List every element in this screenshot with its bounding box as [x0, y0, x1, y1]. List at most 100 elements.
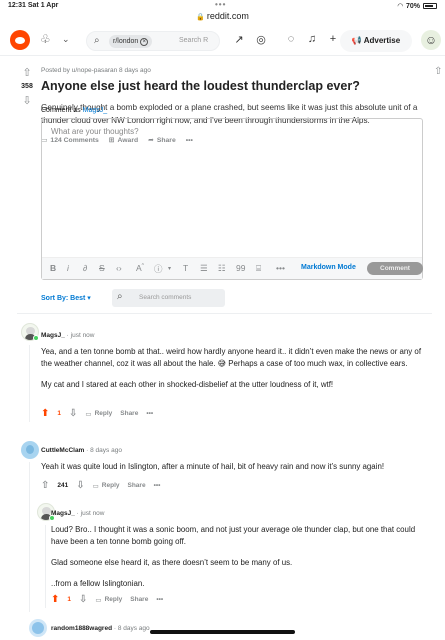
more-options-icon[interactable]: ••• [276, 263, 285, 273]
downvote-arrow-icon[interactable]: ⇩ [17, 94, 37, 107]
search-bar[interactable]: ⌕ r/london × Search R [86, 31, 220, 51]
close-icon[interactable]: × [140, 38, 149, 46]
scroll-up-icon[interactable]: ⇧ [434, 66, 442, 77]
advertise-button[interactable]: 📢 Advertise [340, 30, 412, 52]
user-avatar[interactable]: ☺ [421, 30, 441, 50]
more-options-button[interactable]: ••• [146, 410, 153, 417]
upvote-arrow-icon[interactable]: ⬆ [51, 594, 59, 605]
home-feed-icon[interactable]: ♧ [40, 32, 51, 46]
comment-bubble-icon: ▭ [95, 596, 102, 604]
more-options-button[interactable]: ••• [156, 596, 163, 603]
comment-score: 241 [57, 482, 69, 489]
markdown-mode-button[interactable]: Markdown Mode [301, 264, 356, 271]
link-icon[interactable]: ∂ [83, 263, 87, 273]
bulleted-list-icon[interactable]: ☰ [200, 263, 208, 274]
share-button[interactable]: Share [120, 410, 138, 417]
comment-time: · just now [76, 510, 105, 517]
comment-body: Yeah it was quite loud in Islington, aft… [41, 461, 431, 473]
reply-button[interactable]: ▭ Reply [85, 410, 112, 418]
downvote-arrow-icon[interactable]: ⇩ [76, 480, 84, 491]
italic-icon[interactable]: i [67, 263, 69, 273]
thread-line[interactable] [29, 345, 30, 422]
comment-paragraph: Yeah it was quite loud in Islington, aft… [41, 462, 385, 471]
spoiler-icon[interactable]: ⓘ [154, 263, 163, 275]
multitask-dots-icon[interactable]: ••• [215, 0, 226, 9]
search-comments-bar[interactable]: ⌕ Search comments [112, 289, 225, 307]
comment-time: · just now [66, 332, 95, 339]
upvote-arrow-icon[interactable]: ⬆ [41, 408, 49, 419]
post-title: Anyone else just heard the loudest thund… [41, 79, 360, 93]
thread-line[interactable] [45, 525, 46, 608]
chevron-down-icon[interactable]: ▾ [168, 265, 171, 272]
avatar[interactable] [29, 619, 47, 637]
bold-icon[interactable]: B [50, 263, 56, 273]
comment-header: MagsJ_ · just now [51, 510, 105, 517]
superscript-icon[interactable]: A^ [136, 263, 144, 273]
numbered-list-icon[interactable]: ☷ [218, 263, 226, 274]
battery-percent: 70% [405, 2, 420, 10]
sort-dropdown[interactable]: Sort By: Best ▾ [41, 294, 91, 302]
search-icon: ⌕ [94, 35, 100, 46]
url-bar[interactable]: 🔒 reddit.com [0, 11, 445, 21]
sort-label: Sort By: Best [41, 295, 86, 302]
bell-icon[interactable]: ♫ [305, 33, 319, 45]
comment-submit-button[interactable]: Comment [367, 262, 423, 275]
strikethrough-icon[interactable]: S [99, 263, 105, 273]
more-options-button[interactable]: ••• [154, 482, 161, 489]
avatar[interactable] [21, 441, 39, 459]
reply-button[interactable]: ▭ Reply [95, 596, 122, 604]
editor-toolbar: B i ∂ S ‹› A^ ⓘ ▾ T ☰ ☷ 99 ⌸ ••• Markdow… [42, 257, 423, 279]
time-text: 12:31 [8, 2, 26, 9]
share-button[interactable]: Share [128, 482, 146, 489]
code-block-icon[interactable]: ⌸ [256, 263, 261, 274]
chevron-down-icon[interactable]: ⌄ [62, 34, 70, 45]
search-input[interactable]: Search R [179, 37, 208, 44]
reply-button[interactable]: ▭ Reply [93, 482, 120, 490]
comment-actions: ⬆ 1 ⇩ ▭ Reply Share ••• [51, 594, 163, 605]
comment-body: Loud? Bro.. I thought it was a sonic boo… [51, 524, 431, 590]
inline-code-icon[interactable]: ‹› [116, 263, 122, 273]
megaphone-icon: 📢 [351, 36, 362, 45]
comment-paragraph: ..from a fellow Islingtonian. [51, 579, 145, 588]
coins-icon[interactable]: ◎ [254, 33, 268, 46]
post-score: 358 [21, 83, 33, 90]
comment-actions: ⇧ 241 ⇩ ▭ Reply Share ••• [41, 480, 160, 491]
post-meta: Posted by u/nope-pasaran 8 days ago [41, 67, 151, 74]
share-button[interactable]: Share [130, 596, 148, 603]
chat-icon[interactable]: ◌ [284, 33, 298, 45]
comment-as-user-link[interactable]: MagsJ_ [83, 107, 108, 114]
comment-bubble-icon: ▭ [85, 410, 92, 418]
advertise-label: Advertise [363, 36, 401, 45]
comment-time: · 8 days ago [113, 625, 150, 632]
wifi-icon: ◠ [397, 3, 403, 10]
plus-icon[interactable]: + [326, 33, 340, 45]
comment-author[interactable]: MagsJ_ [41, 332, 65, 339]
status-right: ◠ 70% [398, 2, 437, 10]
search-icon: ⌕ [117, 291, 123, 302]
reddit-logo-icon[interactable] [10, 30, 30, 50]
downvote-arrow-icon[interactable]: ⇩ [69, 408, 77, 419]
popular-icon[interactable]: ↗ [232, 33, 246, 46]
comment-author[interactable]: random1888wagred [51, 625, 112, 632]
lock-icon: 🔒 [196, 14, 205, 21]
top-nav: ♧ ⌄ ⌕ r/london × Search R ↗ ◎ ◌ ♫ + 📢 Adv… [0, 26, 445, 56]
comment-actions: ⬆ 1 ⇩ ▭ Reply Share ••• [41, 408, 153, 419]
upvote-arrow-icon[interactable]: ⇧ [41, 480, 49, 491]
downvote-arrow-icon[interactable]: ⇩ [79, 594, 87, 605]
comment-editor[interactable]: What are your thoughts? B i ∂ S ‹› A^ ⓘ … [41, 118, 423, 280]
heading-icon[interactable]: T [183, 263, 188, 273]
subreddit-chip[interactable]: r/london × [109, 35, 153, 48]
battery-icon [423, 3, 437, 9]
comment-author[interactable]: CuttleMcClam [41, 447, 84, 454]
thread-line[interactable] [29, 462, 30, 612]
comment-header: CuttleMcClam · 8 days ago [41, 447, 122, 454]
comment-textarea[interactable]: What are your thoughts? [51, 127, 139, 136]
caret-down-icon: ▾ [87, 295, 91, 302]
upvote-arrow-icon[interactable]: ⇧ [17, 66, 37, 79]
url-text: reddit.com [206, 11, 249, 21]
home-indicator[interactable] [150, 630, 295, 634]
search-comments-input[interactable]: Search comments [139, 294, 191, 301]
comment-paragraph: Yea, and a ten tonne bomb at that.. weir… [41, 347, 422, 368]
quote-block-icon[interactable]: 99 [236, 263, 245, 273]
comment-author[interactable]: MagsJ_ [51, 510, 75, 517]
